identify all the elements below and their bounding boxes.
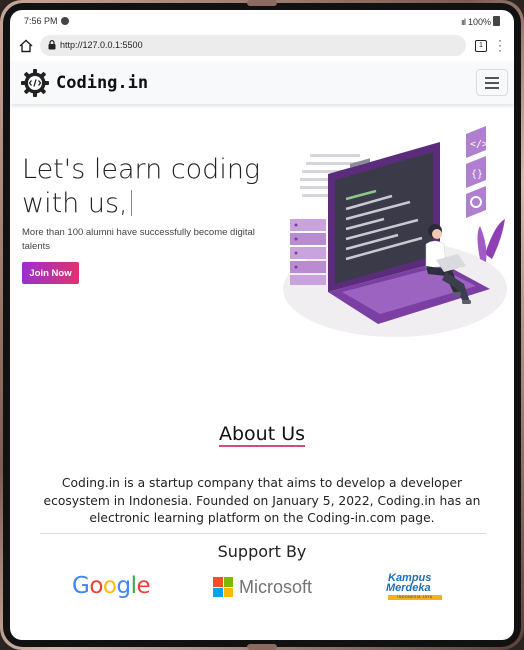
about-description: Coding.in is a startup company that aims… [43, 476, 481, 525]
kampus-logo-line2: Merdeka [386, 582, 431, 594]
hamburger-icon [485, 82, 499, 84]
section-divider [40, 533, 486, 534]
url-text: http://127.0.0.1:5500 [60, 40, 143, 50]
notification-icon [60, 17, 69, 25]
microsoft-grid-icon [213, 577, 233, 597]
microsoft-logo-text: Microsoft [239, 577, 313, 597]
status-bar: 7:56 PM ııl 100% [10, 10, 514, 32]
signal-icon: ııl [460, 17, 466, 27]
svg-text:{}: {} [471, 169, 483, 180]
battery-percent: 100% [467, 17, 491, 27]
svg-text:</>: </> [470, 139, 488, 150]
status-right: ııl 100% [461, 16, 500, 27]
google-logo[interactable]: Google [72, 573, 151, 599]
home-icon[interactable] [18, 38, 34, 54]
typing-cursor [130, 190, 132, 216]
tab-switcher-icon[interactable]: 1 [475, 40, 487, 52]
status-time-text: 7:56 PM [24, 16, 58, 26]
device-hinge-bottom [247, 644, 277, 650]
hamburger-icon [485, 77, 499, 79]
battery-icon [493, 16, 500, 26]
hero-title-line2-wrap: with us, [22, 187, 282, 221]
join-now-button[interactable]: Join Now [22, 262, 79, 284]
hero-title-line2: with us, [22, 188, 128, 219]
kampus-logo-tagline: INDONESIA JAYA [388, 595, 442, 600]
navbar-toggle-button[interactable] [476, 69, 508, 96]
lock-icon [48, 40, 56, 50]
hero-subtitle: More than 100 alumni have successfully b… [22, 227, 255, 252]
kampus-merdeka-logo[interactable]: Kampus Merdeka INDONESIA JAYA [386, 572, 444, 606]
support-title: Support By [217, 542, 307, 561]
device-hinge-top [247, 0, 277, 6]
browser-toolbar: http://127.0.0.1:5500 1 · · · [10, 34, 514, 58]
site-navbar: Coding.in [10, 62, 514, 104]
gear-code-logo-icon[interactable] [20, 68, 50, 98]
hero-title-line1: Let's learn coding [22, 154, 261, 185]
url-bar[interactable]: http://127.0.0.1:5500 [40, 35, 466, 56]
brand-name[interactable]: Coding.in [56, 73, 148, 93]
browser-menu-icon[interactable]: · · · [498, 34, 502, 56]
about-title-text: About Us [218, 423, 306, 447]
hero-title: Let's learn coding with us, [22, 153, 282, 221]
hamburger-icon [485, 87, 499, 89]
about-title: About Us [10, 423, 514, 447]
device-screen: 7:56 PM ııl 100% http://127.0.0.1:5500 1 … [10, 10, 514, 640]
coding-laptop-illustration: </> {} [283, 126, 507, 337]
status-time: 7:56 PM [24, 16, 69, 26]
device-frame: 7:56 PM ııl 100% http://127.0.0.1:5500 1 … [0, 0, 524, 650]
